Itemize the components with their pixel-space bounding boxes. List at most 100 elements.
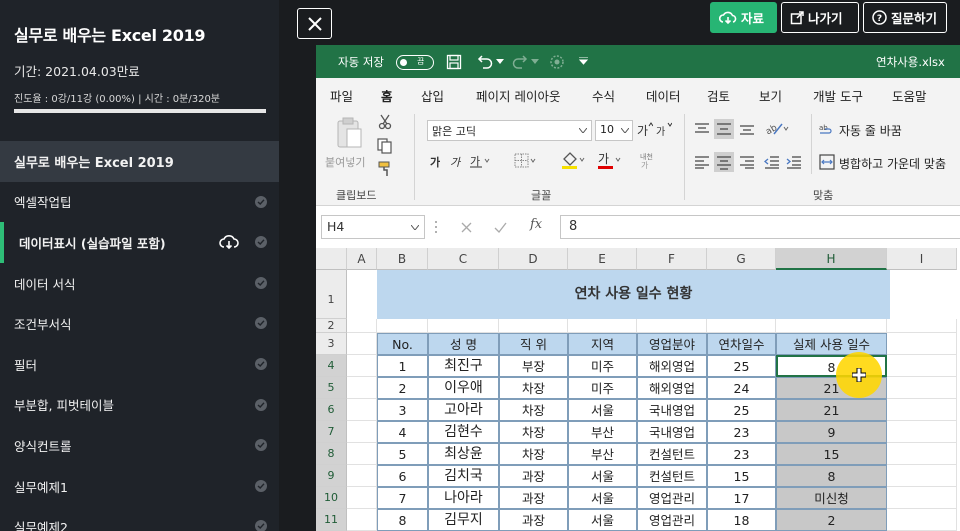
table-cell[interactable]: 서울	[568, 465, 637, 487]
table-cell[interactable]: 미신청	[776, 487, 887, 509]
cell[interactable]	[707, 319, 776, 333]
table-cell[interactable]: 17	[707, 487, 776, 509]
cell[interactable]	[347, 443, 377, 465]
cell[interactable]	[347, 355, 377, 377]
table-cell[interactable]: 차장	[499, 421, 568, 443]
table-cell[interactable]: 8	[776, 465, 887, 487]
table-cell[interactable]: 7	[377, 487, 428, 509]
row-header[interactable]: 1	[316, 270, 347, 319]
cut-icon[interactable]	[378, 114, 392, 130]
paste-icon[interactable]	[335, 116, 363, 150]
table-header-cell[interactable]: 실제 사용 일수	[776, 333, 887, 355]
table-cell[interactable]: 서울	[568, 399, 637, 421]
cell[interactable]	[887, 399, 957, 421]
cell[interactable]	[347, 509, 377, 531]
row-header[interactable]: 8	[316, 443, 347, 465]
phonetic-guide-icon[interactable]: 내천가	[639, 151, 661, 169]
bold-icon[interactable]: 가	[430, 154, 442, 168]
ask-question-button[interactable]: ? 질문하기	[863, 2, 947, 33]
shrink-font-icon[interactable]: 가	[656, 122, 672, 136]
table-cell[interactable]: 영업관리	[637, 509, 707, 531]
column-header[interactable]: D	[499, 248, 568, 270]
table-cell[interactable]: 23	[707, 421, 776, 443]
lesson-item[interactable]: 실무예제1	[0, 466, 279, 507]
table-cell[interactable]: 차장	[499, 399, 568, 421]
lesson-item[interactable]: 필터	[0, 344, 279, 385]
table-cell[interactable]: 8	[377, 509, 428, 531]
table-cell[interactable]: 과장	[499, 509, 568, 531]
undo-icon[interactable]	[476, 54, 494, 70]
close-button[interactable]	[297, 8, 332, 39]
table-cell[interactable]: 15	[707, 465, 776, 487]
confirm-entry-icon[interactable]	[494, 222, 507, 233]
merge-center-icon[interactable]	[819, 154, 835, 170]
column-header[interactable]: E	[568, 248, 637, 270]
redo-dropdown-icon[interactable]	[531, 59, 539, 65]
cell[interactable]	[347, 333, 377, 355]
paste-label[interactable]: 붙여넣기	[325, 154, 365, 170]
align-center-icon[interactable]	[714, 152, 734, 172]
table-header-cell[interactable]: 직 위	[499, 333, 568, 355]
save-icon[interactable]	[446, 54, 462, 70]
cell[interactable]	[347, 421, 377, 443]
ribbon-tab[interactable]: 페이지 레이아웃	[476, 86, 560, 105]
formula-input[interactable]: 8	[560, 215, 960, 239]
table-cell[interactable]: 최진구	[428, 355, 499, 377]
table-header-cell[interactable]: 연차일수	[707, 333, 776, 355]
cell[interactable]	[499, 319, 568, 333]
table-cell[interactable]: 4	[377, 421, 428, 443]
name-box[interactable]: H4	[321, 215, 425, 239]
wrap-text-icon[interactable]: ab	[819, 122, 835, 136]
column-header[interactable]: B	[377, 248, 428, 270]
copy-icon[interactable]	[377, 138, 393, 154]
ribbon-tab[interactable]: 수식	[592, 86, 615, 105]
cell[interactable]	[887, 443, 957, 465]
customize-toolbar-icon[interactable]	[579, 57, 588, 65]
row-header[interactable]: 4	[316, 355, 347, 377]
merge-center-label[interactable]: 병합하고 가운데 맞춤	[839, 155, 946, 172]
lesson-item[interactable]: 실무로 배우는 Excel 2019	[0, 141, 279, 182]
align-middle-icon[interactable]	[714, 119, 734, 139]
cell[interactable]	[887, 377, 957, 399]
cell[interactable]	[637, 319, 707, 333]
table-cell[interactable]: 부장	[499, 355, 568, 377]
row-header[interactable]: 6	[316, 399, 347, 421]
row-header[interactable]: 9	[316, 465, 347, 487]
cell[interactable]	[377, 319, 428, 333]
lesson-item[interactable]: 데이터표시 (실습파일 포함)	[0, 222, 279, 263]
table-cell[interactable]: 김무지	[428, 509, 499, 531]
table-cell[interactable]: 김현수	[428, 421, 499, 443]
lesson-item[interactable]: 엑셀작업팁	[0, 182, 279, 223]
table-cell[interactable]: 과장	[499, 487, 568, 509]
table-cell[interactable]: 국내영업	[637, 399, 707, 421]
lesson-item[interactable]: 조건부서식	[0, 303, 279, 344]
table-cell[interactable]: 24	[707, 377, 776, 399]
font-color-icon[interactable]: 가	[597, 151, 623, 169]
cell[interactable]	[887, 421, 957, 443]
ribbon-tab[interactable]: 개발 도구	[813, 86, 863, 105]
orientation-icon[interactable]: ab	[766, 120, 790, 136]
cell[interactable]	[776, 319, 887, 333]
underline-icon[interactable]: 가	[470, 154, 490, 168]
table-cell[interactable]: 2	[776, 509, 887, 531]
table-cell[interactable]: 부산	[568, 421, 637, 443]
table-cell[interactable]: 서울	[568, 487, 637, 509]
ribbon-tab[interactable]: 파일	[330, 86, 353, 105]
cell[interactable]	[347, 377, 377, 399]
table-cell[interactable]: 6	[377, 465, 428, 487]
column-header[interactable]: H	[776, 248, 887, 270]
cloud-download-icon[interactable]	[219, 234, 239, 253]
table-cell[interactable]: 컨설턴트	[637, 443, 707, 465]
table-cell[interactable]: 과장	[499, 465, 568, 487]
table-cell[interactable]: 23	[707, 443, 776, 465]
increase-indent-icon[interactable]	[786, 155, 802, 169]
align-right-icon[interactable]	[739, 155, 755, 169]
table-cell[interactable]: 18	[707, 509, 776, 531]
table-cell[interactable]: 나아라	[428, 487, 499, 509]
autosave-toggle[interactable]: 끔	[396, 55, 434, 70]
row-header[interactable]: 7	[316, 421, 347, 443]
cell[interactable]	[887, 465, 957, 487]
row-header[interactable]: 3	[316, 333, 347, 355]
redo-icon[interactable]	[511, 54, 529, 70]
cell[interactable]	[428, 319, 499, 333]
